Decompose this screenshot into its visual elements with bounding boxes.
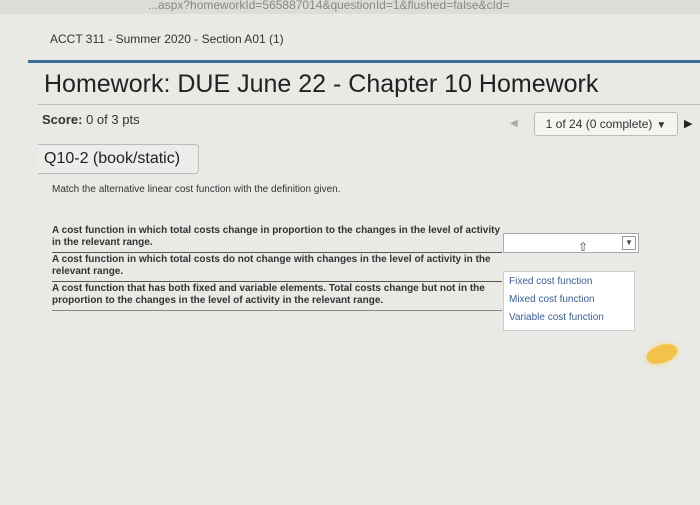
question-navigator: ◀ 1 of 24 (0 complete) ▼ ▶ bbox=[502, 112, 700, 138]
option-mixed-cost[interactable]: Mixed cost function bbox=[509, 294, 595, 305]
score-display: Score: 0 of 3 pts bbox=[42, 112, 140, 127]
mouse-pointer-icon: ⇧ bbox=[578, 240, 589, 254]
light-glare bbox=[644, 340, 680, 368]
answer-dropdown[interactable]: ▼ bbox=[503, 233, 639, 253]
question-position: 1 of 24 (0 complete) bbox=[545, 117, 653, 131]
course-title: ACCT 311 - Summer 2020 - Section A01 (1) bbox=[50, 32, 284, 46]
homework-title: Homework: DUE June 22 - Chapter 10 Homew… bbox=[44, 70, 599, 98]
header-divider bbox=[28, 60, 700, 63]
dropdown-arrow-icon[interactable]: ▼ bbox=[622, 236, 636, 250]
option-variable-cost[interactable]: Variable cost function bbox=[509, 312, 604, 323]
dropdown-options-list: Fixed cost function Mixed cost function … bbox=[503, 271, 635, 331]
next-question-icon[interactable]: ▶ bbox=[684, 117, 692, 130]
title-divider bbox=[38, 104, 700, 105]
question-id: Q10-2 (book/static) bbox=[44, 150, 181, 167]
previous-question-icon[interactable]: ◀ bbox=[510, 118, 518, 129]
browser-url-bar[interactable]: ...aspx?homeworkId=565887014&questionId=… bbox=[0, 0, 700, 14]
definition-list: A cost function in which total costs cha… bbox=[52, 224, 502, 311]
option-fixed-cost[interactable]: Fixed cost function bbox=[509, 276, 592, 287]
question-instruction: Match the alternative linear cost functi… bbox=[52, 184, 341, 195]
question-selector-button[interactable]: 1 of 24 (0 complete) ▼ bbox=[534, 112, 678, 136]
definition-item: A cost function in which total costs cha… bbox=[52, 224, 502, 253]
score-label: Score: bbox=[42, 112, 83, 127]
url-text: ...aspx?homeworkId=565887014&questionId=… bbox=[148, 0, 510, 12]
definition-item: A cost function that has both fixed and … bbox=[52, 282, 502, 311]
question-id-box: Q10-2 (book/static) bbox=[38, 144, 199, 174]
score-value: 0 of 3 pts bbox=[86, 112, 140, 127]
definition-item: A cost function in which total costs do … bbox=[52, 253, 502, 282]
chevron-down-icon: ▼ bbox=[656, 120, 667, 131]
